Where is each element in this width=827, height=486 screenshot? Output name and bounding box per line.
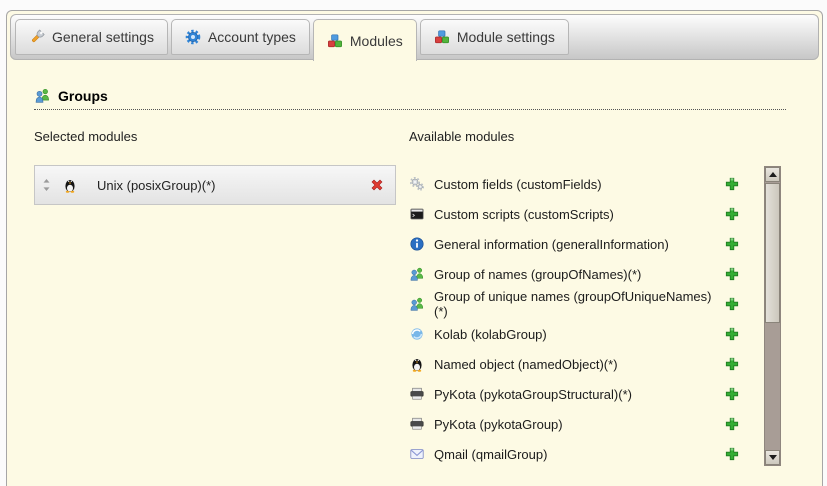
add-icon [724,296,740,312]
selected-modules-heading: Selected modules [34,129,396,145]
add-icon [724,356,740,372]
modules-icon [327,33,343,49]
available-module-row: Named object (namedObject)(*) [409,349,754,379]
section-header: Groups [34,87,786,110]
available-module-row: Custom scripts (customScripts) [409,199,754,229]
scroll-down-button[interactable] [765,450,780,465]
available-module-label: Kolab (kolabGroup) [434,327,724,342]
add-module-button[interactable] [724,206,740,222]
available-modules-column: Available modules Custom fields (c [409,129,781,469]
account-types-icon [185,29,201,45]
selected-module-row[interactable]: Unix (posixGroup)(*) [34,165,396,205]
add-module-button[interactable] [724,386,740,402]
add-icon [724,236,740,252]
scroll-up-button[interactable] [765,167,780,182]
add-module-button[interactable] [724,266,740,282]
selected-modules-column: Selected modules Unix (posixGroup)(*) [34,129,396,205]
add-icon [724,386,740,402]
wrench-icon [29,29,45,45]
add-icon [724,326,740,342]
available-module-label: General information (generalInformation) [434,237,724,252]
available-module-row: PyKota (pykotaGroupStructural)(*) [409,379,754,409]
add-icon [724,446,740,462]
tab-label: Account types [208,29,296,45]
add-module-button[interactable] [724,356,740,372]
add-module-button[interactable] [724,176,740,192]
gears-icon [409,176,425,192]
available-module-row: Custom fields (customFields) [409,169,754,199]
tab-label: Modules [350,33,403,49]
group-icon [409,266,425,282]
available-module-row: PyKota (pykotaGroup) [409,409,754,439]
available-modules-heading: Available modules [409,129,781,145]
module-list-scrollbar[interactable] [764,166,781,466]
tab-module-settings[interactable]: Module settings [420,19,569,55]
add-icon [724,266,740,282]
available-module-row: General information (generalInformation) [409,229,754,259]
tab-general-settings[interactable]: General settings [15,19,168,55]
available-module-row: Group of names (groupOfNames)(*) [409,259,754,289]
tux-icon [62,177,78,193]
modules-tab-panel: Groups Selected modules Unix (po [7,59,822,486]
add-icon [724,416,740,432]
available-module-label: Custom scripts (customScripts) [434,207,724,222]
available-modules-list: Custom fields (customFields) [409,169,754,469]
available-module-label: Custom fields (customFields) [434,177,724,192]
scrollbar-thumb[interactable] [765,183,780,323]
mail-icon [409,446,425,462]
kolab-icon [409,326,425,342]
tab-label: Module settings [457,29,555,45]
available-module-label: Qmail (qmailGroup) [434,447,724,462]
group-icon [409,296,425,312]
available-module-row: Qmail (qmailGroup) [409,439,754,469]
tab-bar: General settings Account types Modules [10,14,819,60]
terminal-icon [409,206,425,222]
arrow-up-icon [769,172,777,177]
page-title: Groups [58,88,108,104]
tab-row: General settings Account types Modules [15,19,569,61]
add-module-button[interactable] [724,326,740,342]
tab-modules[interactable]: Modules [313,19,417,61]
sort-handle-icon[interactable] [41,178,52,192]
settings-panel: General settings Account types Modules [6,10,823,486]
available-module-label: Named object (namedObject)(*) [434,357,724,372]
available-module-label: PyKota (pykotaGroup) [434,417,724,432]
tab-label: General settings [52,29,154,45]
add-module-button[interactable] [724,446,740,462]
module-settings-icon [434,29,450,45]
selected-module-label: Unix (posixGroup)(*) [97,178,369,193]
tux-icon [409,356,425,372]
available-module-label: Group of unique names (groupOfUniqueName… [434,289,724,319]
available-module-label: PyKota (pykotaGroupStructural)(*) [434,387,724,402]
delete-icon[interactable] [369,177,385,193]
add-module-button[interactable] [724,236,740,252]
add-icon [724,176,740,192]
add-module-button[interactable] [724,296,740,312]
add-module-button[interactable] [724,416,740,432]
info-icon [409,236,425,252]
printer-icon [409,416,425,432]
available-module-label: Group of names (groupOfNames)(*) [434,267,724,282]
add-icon [724,206,740,222]
groups-icon [34,87,51,104]
available-module-row: Kolab (kolabGroup) [409,319,754,349]
available-module-row: Group of unique names (groupOfUniqueName… [409,289,754,319]
printer-icon [409,386,425,402]
tab-account-types[interactable]: Account types [171,19,310,55]
arrow-down-icon [769,455,777,460]
